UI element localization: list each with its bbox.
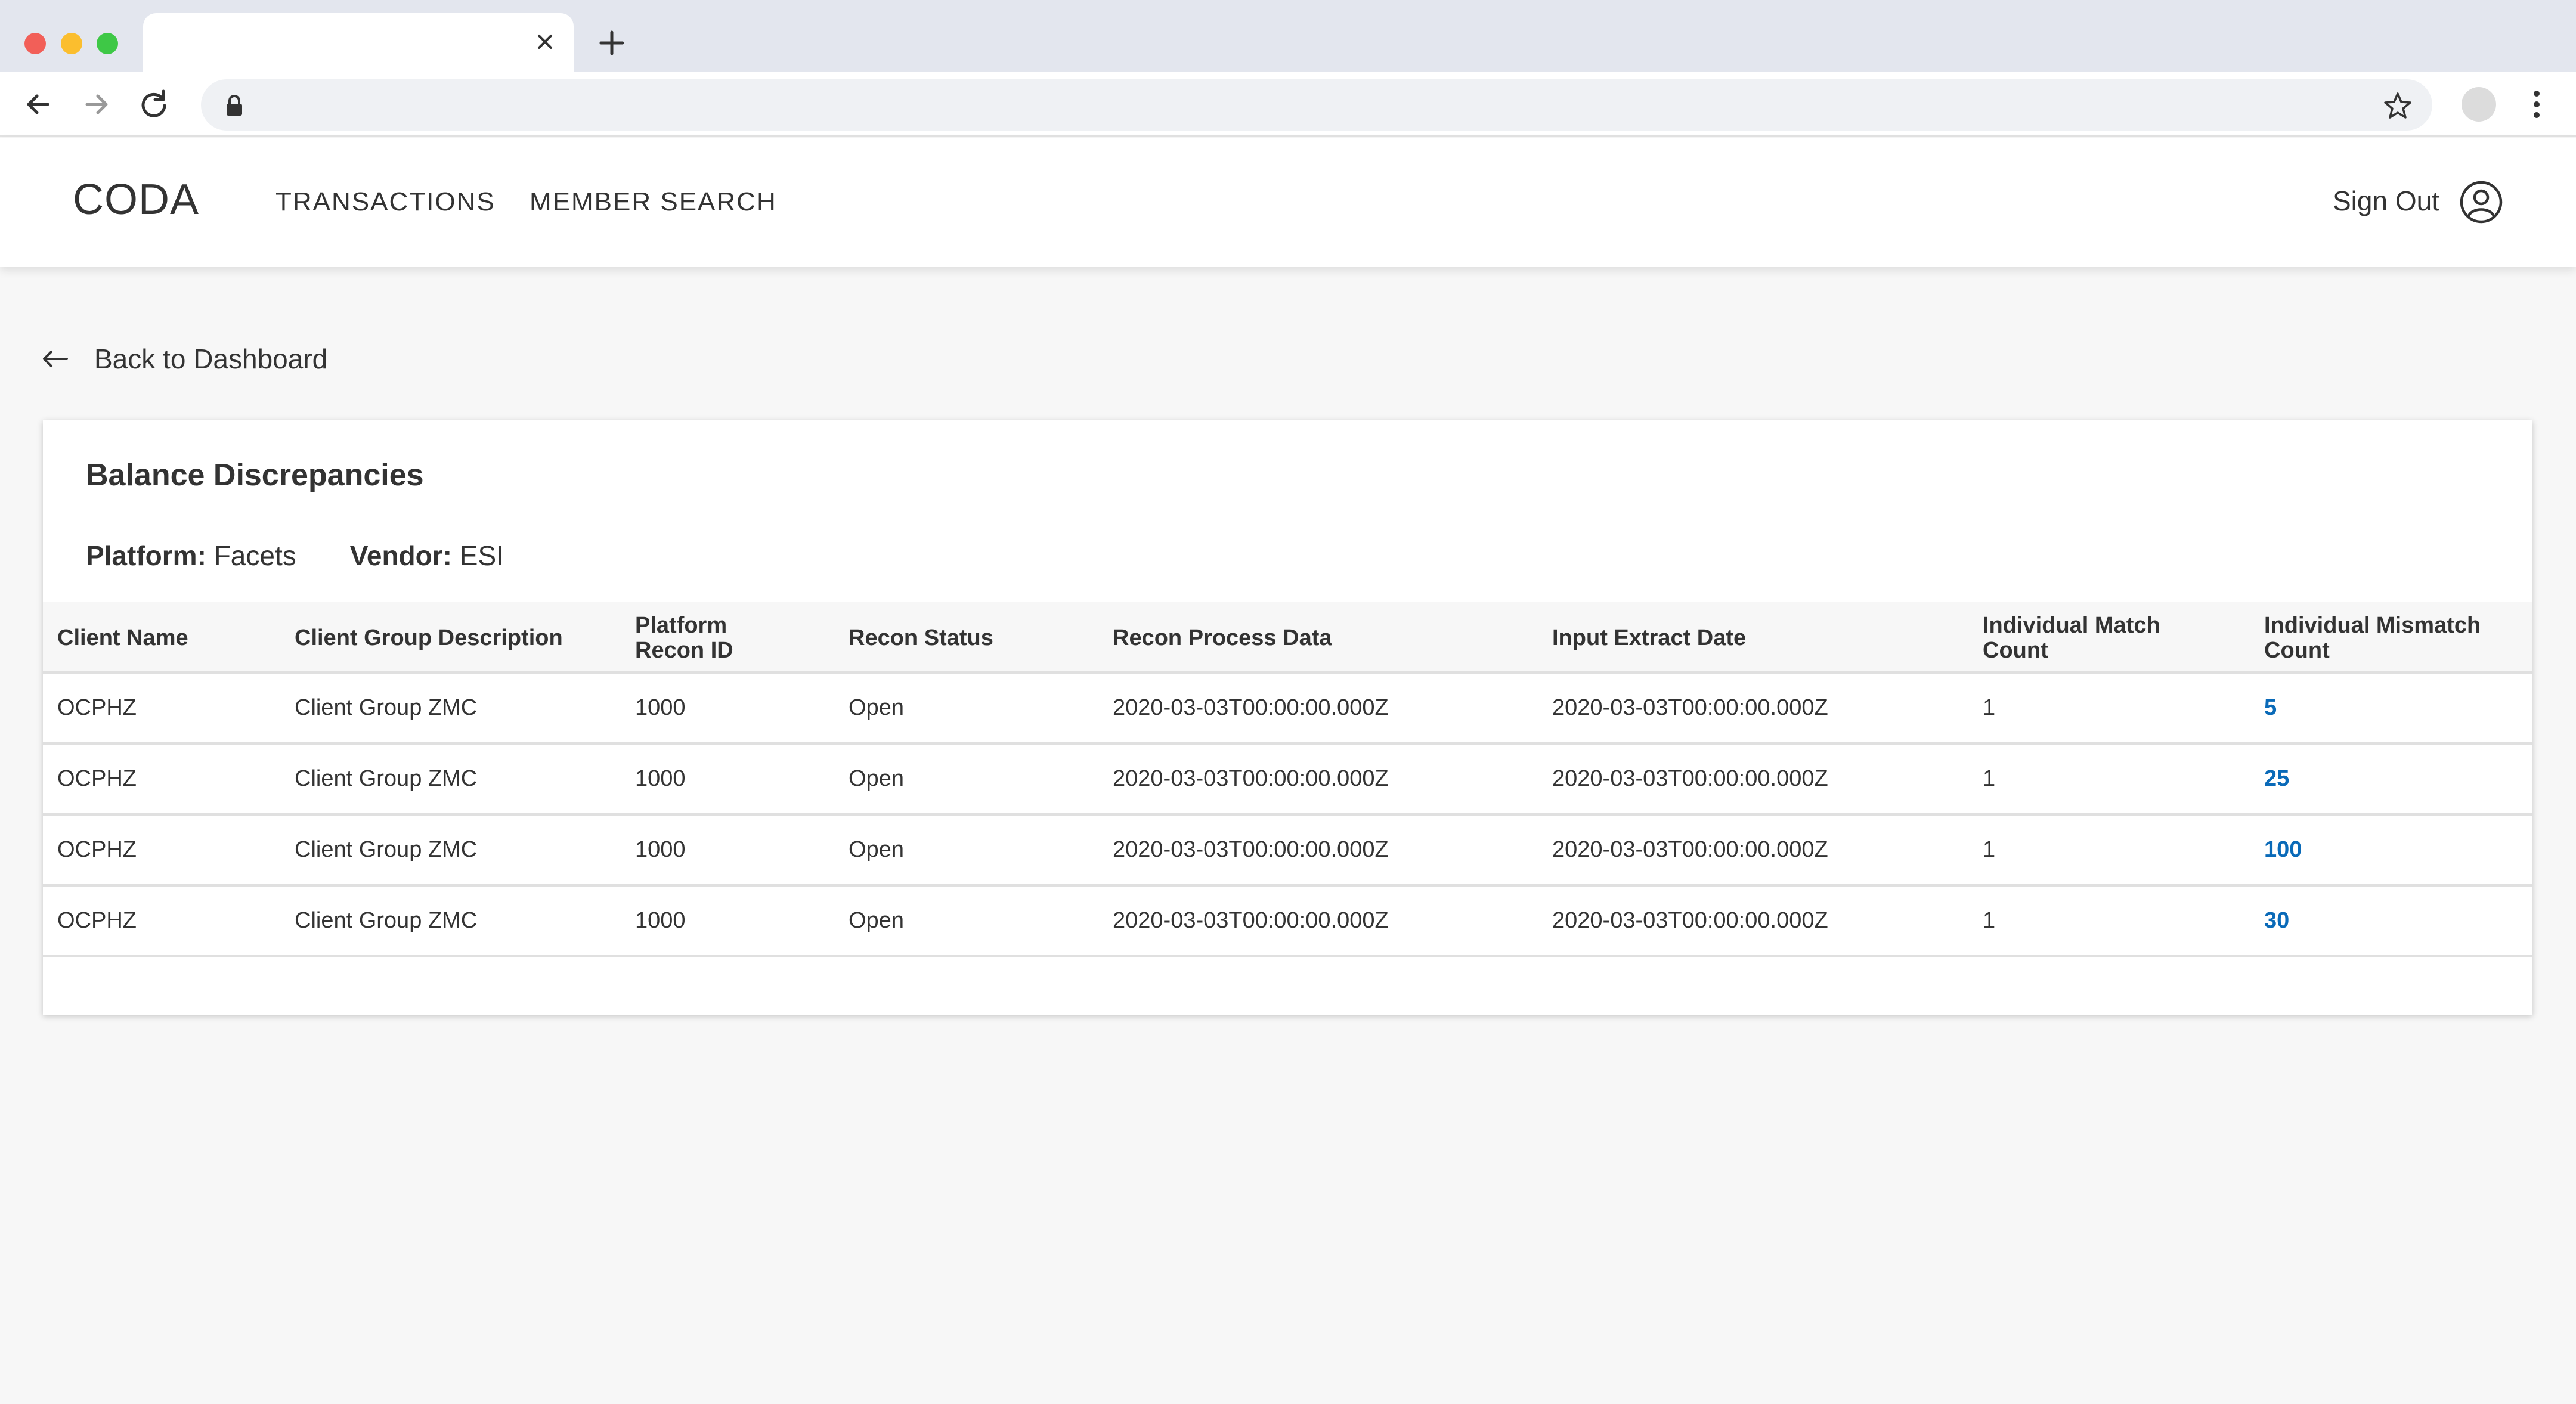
cell-match-count: 1	[1983, 766, 1996, 791]
vendor-info: Vendor: ESI	[350, 540, 504, 572]
cell-match-count: 1	[1983, 695, 1996, 720]
mismatch-count-link[interactable]: 5	[2264, 674, 2277, 742]
nav-member-search[interactable]: MEMBER SEARCH	[530, 187, 777, 217]
cell-recon-status: Open	[849, 766, 904, 791]
cell-recon-process: 2020-03-03T00:00:00.000Z	[1113, 837, 1389, 862]
cell-client-group: Client Group ZMC	[295, 695, 478, 720]
cell-recon-id: 1000	[635, 695, 686, 720]
cell-input-extract: 2020-03-03T00:00:00.000Z	[1552, 837, 1828, 862]
column-header-client-group[interactable]: Client Group Description	[295, 602, 617, 674]
back-to-dashboard-link[interactable]: Back to Dashboard	[41, 341, 327, 377]
more-menu-icon[interactable]	[2525, 85, 2549, 123]
cell-client-name: OCPHZ	[57, 695, 137, 720]
nav-transactions[interactable]: TRANSACTIONS	[275, 187, 496, 217]
cell-recon-id: 1000	[635, 766, 686, 791]
vendor-value: ESI	[459, 540, 504, 571]
column-header-recon-process[interactable]: Recon Process Data	[1113, 602, 1530, 674]
cell-recon-id: 1000	[635, 908, 686, 933]
table-row: OCPHZ Client Group ZMC 1000 Open 2020-03…	[43, 816, 2532, 887]
cell-client-name: OCPHZ	[57, 766, 137, 791]
column-header-mismatch-count[interactable]: Individual Mismatch Count	[2264, 602, 2515, 674]
browser-toolbar	[0, 72, 2576, 137]
bookmark-star-icon[interactable]	[2382, 90, 2413, 121]
discrepancies-table: Client Name Client Group Description Pla…	[43, 602, 2532, 957]
cell-recon-process: 2020-03-03T00:00:00.000Z	[1113, 908, 1389, 933]
browser-tab[interactable]	[143, 13, 574, 72]
cell-recon-status: Open	[849, 837, 904, 862]
platform-label: Platform:	[86, 540, 206, 571]
reload-icon[interactable]	[135, 85, 173, 123]
cell-input-extract: 2020-03-03T00:00:00.000Z	[1552, 766, 1828, 791]
table-row: OCPHZ Client Group ZMC 1000 Open 2020-03…	[43, 674, 2532, 745]
cell-match-count: 1	[1983, 837, 1996, 862]
cell-match-count: 1	[1983, 908, 1996, 933]
column-header-input-extract[interactable]: Input Extract Date	[1552, 602, 1970, 674]
new-tab-icon[interactable]	[595, 26, 628, 60]
minimize-window-button[interactable]	[61, 33, 82, 54]
table-header: Client Name Client Group Description Pla…	[43, 602, 2532, 674]
platform-info: Platform: Facets	[86, 540, 296, 572]
back-arrow-icon[interactable]	[19, 85, 57, 123]
balance-discrepancies-card: Balance Discrepancies Platform: Facets V…	[43, 420, 2532, 1015]
cell-input-extract: 2020-03-03T00:00:00.000Z	[1552, 908, 1828, 933]
cell-input-extract: 2020-03-03T00:00:00.000Z	[1552, 695, 1828, 720]
mismatch-count-link[interactable]: 30	[2264, 887, 2289, 955]
cell-recon-status: Open	[849, 695, 904, 720]
cell-recon-process: 2020-03-03T00:00:00.000Z	[1113, 695, 1389, 720]
brand-logo[interactable]: CODA	[73, 175, 199, 224]
cell-client-group: Client Group ZMC	[295, 766, 478, 791]
cell-recon-status: Open	[849, 908, 904, 933]
profile-avatar[interactable]	[2462, 87, 2496, 122]
cell-client-name: OCPHZ	[57, 908, 137, 933]
close-window-button[interactable]	[24, 33, 46, 54]
mismatch-count-link[interactable]: 25	[2264, 745, 2289, 813]
table-row: OCPHZ Client Group ZMC 1000 Open 2020-03…	[43, 887, 2532, 957]
close-icon[interactable]	[530, 26, 561, 57]
cell-client-name: OCPHZ	[57, 837, 137, 862]
lock-icon	[227, 95, 242, 116]
cell-recon-process: 2020-03-03T00:00:00.000Z	[1113, 766, 1389, 791]
maximize-window-button[interactable]	[97, 33, 118, 54]
cell-client-group: Client Group ZMC	[295, 908, 478, 933]
user-account-icon[interactable]	[2459, 180, 2503, 224]
forward-arrow-icon[interactable]	[78, 85, 116, 123]
mismatch-count-link[interactable]: 100	[2264, 816, 2302, 884]
column-header-client-name[interactable]: Client Name	[57, 602, 278, 674]
column-header-recon-id[interactable]: Platform Recon ID	[635, 602, 754, 674]
cell-client-group: Client Group ZMC	[295, 837, 478, 862]
card-title: Balance Discrepancies	[86, 458, 424, 492]
app-header: CODA TRANSACTIONS MEMBER SEARCH Sign Out	[0, 138, 2576, 267]
platform-value: Facets	[213, 540, 296, 571]
vendor-label: Vendor:	[349, 540, 452, 571]
cell-recon-id: 1000	[635, 837, 686, 862]
browser-tab-bar	[0, 0, 2576, 72]
column-header-recon-status[interactable]: Recon Status	[849, 602, 1099, 674]
address-bar[interactable]	[201, 79, 2432, 131]
arrow-left-icon	[43, 351, 68, 367]
back-link-label: Back to Dashboard	[94, 343, 328, 374]
card-meta: Platform: Facets Vendor: ESI	[86, 540, 558, 572]
sign-out-link[interactable]: Sign Out	[2333, 185, 2439, 217]
column-header-match-count[interactable]: Individual Match Count	[1983, 602, 2197, 674]
table-row: OCPHZ Client Group ZMC 1000 Open 2020-03…	[43, 745, 2532, 816]
